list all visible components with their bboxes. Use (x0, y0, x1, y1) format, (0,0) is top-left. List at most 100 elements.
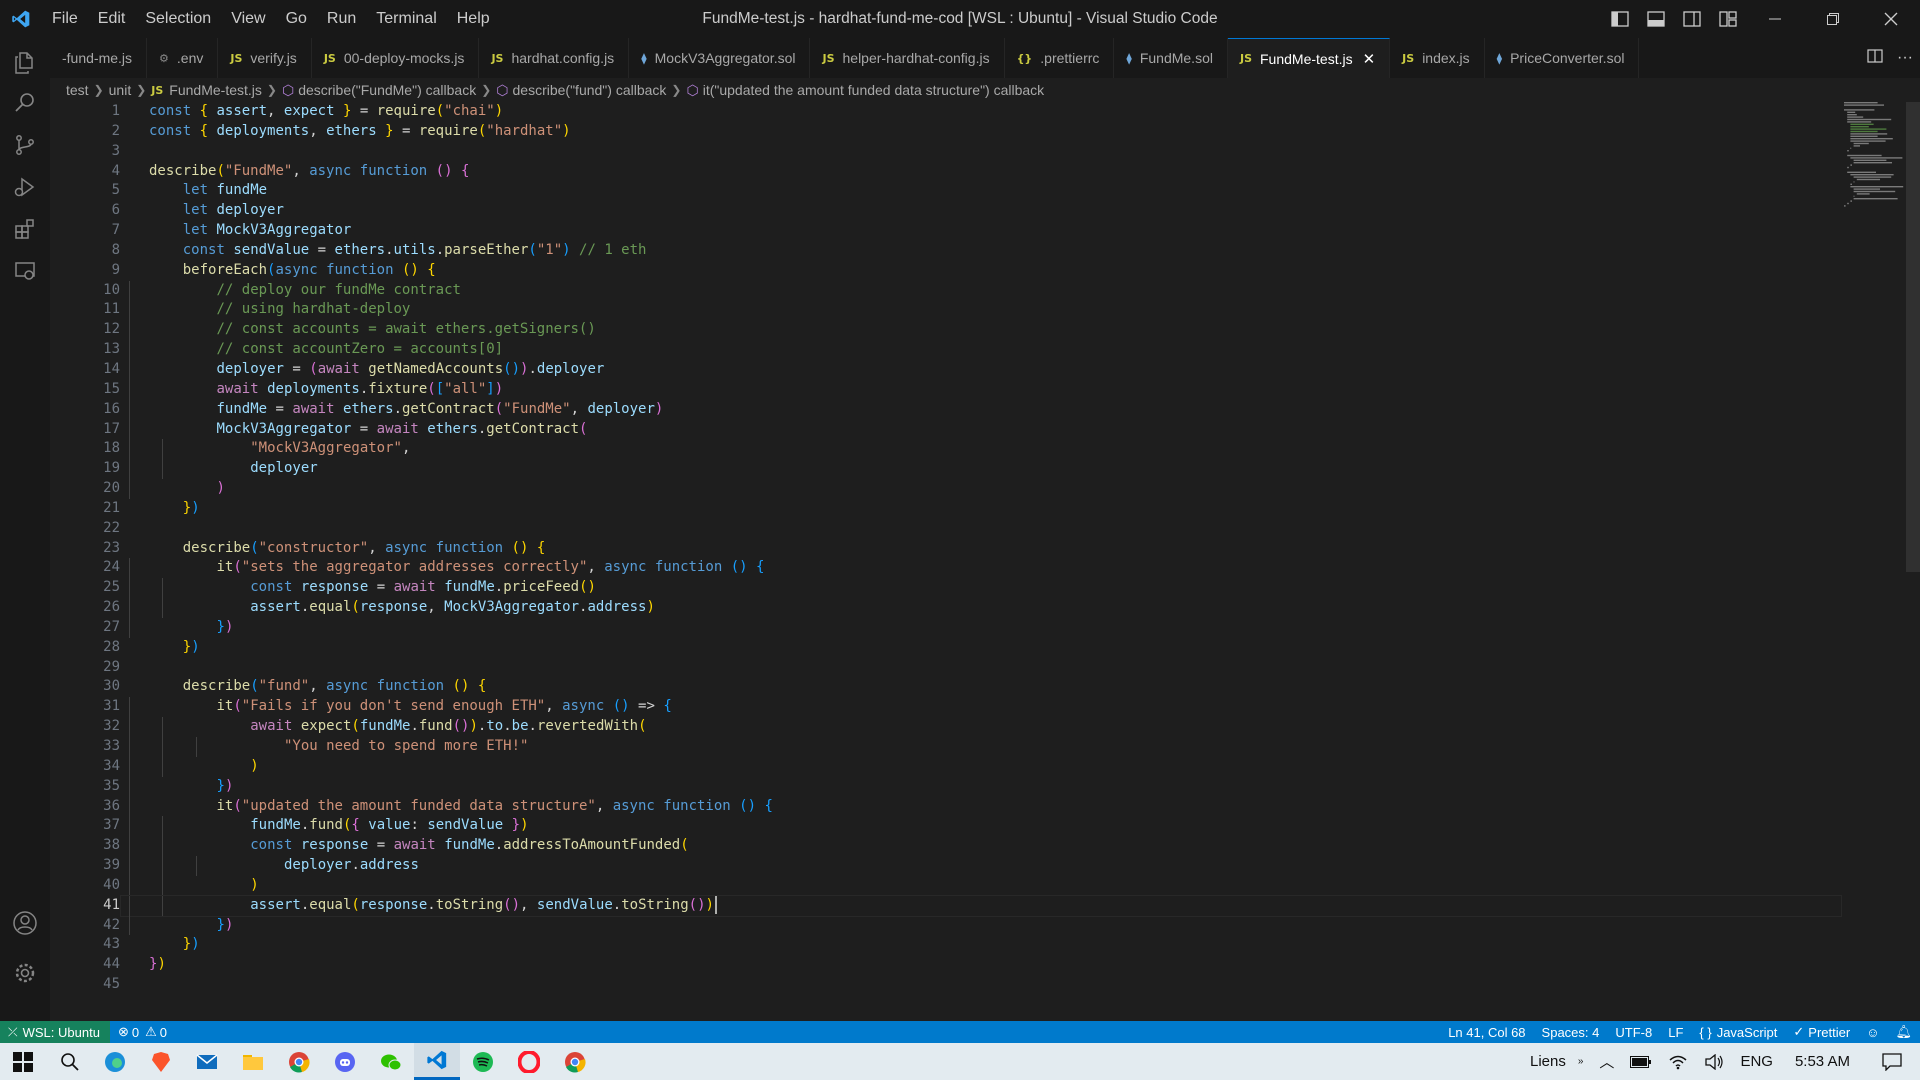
code-line[interactable]: const { deployments, ethers } = require(… (121, 122, 1841, 142)
code-line[interactable]: let deployer (121, 201, 1841, 221)
code-line[interactable]: }) (121, 915, 1841, 936)
remote-indicator[interactable]: ⤫ WSL: Ubuntu (0, 1021, 110, 1043)
code-line[interactable]: }) (121, 617, 1841, 638)
tab-fundme-sol[interactable]: ⧫ FundMe.sol (1114, 38, 1228, 78)
code-line[interactable]: "You need to spend more ETH!" (121, 737, 1841, 757)
settings-gear-icon[interactable] (0, 948, 50, 998)
code-line[interactable]: fundMe = await ethers.getContract("FundM… (121, 399, 1841, 420)
menu-selection[interactable]: Selection (135, 0, 221, 38)
tab-index-js[interactable]: JS index.js (1390, 38, 1485, 78)
links-toolbar[interactable]: Liens » (1522, 1053, 1591, 1070)
code-line[interactable]: describe("FundMe", async function () { (121, 162, 1841, 182)
code-line[interactable]: fundMe.fund({ value: sendValue }) (121, 816, 1841, 837)
code-line[interactable]: describe("fund", async function () { (121, 677, 1841, 697)
tab-00-deploy-mocks-js[interactable]: JS 00-deploy-mocks.js (312, 38, 480, 78)
wifi-icon[interactable] (1660, 1054, 1696, 1070)
vertical-scrollbar[interactable] (1906, 102, 1920, 572)
code-line[interactable]: // const accounts = await ethers.getSign… (121, 320, 1841, 341)
split-editor-icon[interactable] (1867, 48, 1883, 69)
code-line[interactable]: }) (121, 499, 1841, 519)
tab-fundme-test-js[interactable]: JS FundMe-test.js ✕ (1227, 38, 1391, 78)
clock[interactable]: 5:53 AM (1781, 1053, 1864, 1070)
toggle-secondary-sidebar-icon[interactable] (1674, 0, 1710, 38)
input-language[interactable]: ENG (1732, 1053, 1781, 1070)
breadcrumb-symbol-fund[interactable]: describe("fund") callback (513, 82, 667, 98)
vscode-icon[interactable] (414, 1043, 460, 1080)
toggle-primary-sidebar-icon[interactable] (1602, 0, 1638, 38)
chrome-icon[interactable] (276, 1043, 322, 1080)
notifications-bell-icon[interactable]: 🔔︎ (1887, 1024, 1920, 1040)
spotify-icon[interactable] (460, 1043, 506, 1080)
discord-icon[interactable] (322, 1043, 368, 1080)
menu-terminal[interactable]: Terminal (366, 0, 446, 38)
code-line[interactable] (121, 975, 1841, 995)
battery-icon[interactable] (1622, 1055, 1660, 1068)
mail-icon[interactable] (184, 1043, 230, 1080)
code-line[interactable]: // deploy our fundMe contract (121, 280, 1841, 301)
prettier-status[interactable]: ✓ Prettier (1785, 1024, 1858, 1040)
code-line[interactable]: assert.equal(response.toString(), sendVa… (120, 894, 1842, 917)
cursor-position[interactable]: Ln 41, Col 68 (1440, 1025, 1533, 1040)
tab-priceconverter-sol[interactable]: ⧫ PriceConverter.sol (1485, 38, 1640, 78)
menu-file[interactable]: File (42, 0, 88, 38)
code-line[interactable]: let MockV3Aggregator (121, 221, 1841, 241)
menu-help[interactable]: Help (447, 0, 500, 38)
close-tab-icon[interactable]: ✕ (1363, 50, 1376, 68)
code-area[interactable]: const { assert, expect } = require("chai… (120, 102, 1842, 995)
account-icon[interactable] (0, 898, 50, 948)
file-explorer-icon[interactable] (230, 1043, 276, 1080)
tab-fund-me-js[interactable]: -fund-me.js (50, 38, 148, 78)
code-line[interactable]: const sendValue = ethers.utils.parseEthe… (121, 241, 1841, 261)
minimize-button[interactable] (1746, 0, 1804, 38)
code-line[interactable]: it("sets the aggregator addresses correc… (121, 558, 1841, 579)
breadcrumb-file[interactable]: FundMe-test.js (169, 82, 262, 98)
remote-explorer-icon[interactable] (0, 246, 50, 296)
code-line[interactable]: // const accountZero = accounts[0] (121, 340, 1841, 360)
code-line[interactable]: }) (121, 935, 1841, 955)
tab-prettierrc[interactable]: {} .prettierrc (1005, 38, 1115, 78)
code-line[interactable] (121, 142, 1841, 162)
code-line[interactable]: MockV3Aggregator = await ethers.getContr… (121, 419, 1841, 440)
code-line[interactable]: it("updated the amount funded data struc… (121, 796, 1841, 817)
tab-helper-hardhat-config-js[interactable]: JS helper-hardhat-config.js (810, 38, 1005, 78)
show-hidden-icons-icon[interactable]: ︿ (1591, 1051, 1622, 1072)
menu-run[interactable]: Run (317, 0, 366, 38)
feedback-icon[interactable]: ☺ (1858, 1025, 1887, 1040)
code-line[interactable]: // using hardhat-deploy (121, 300, 1841, 321)
breadcrumb-symbol-it[interactable]: it("updated the amount funded data struc… (703, 82, 1044, 98)
code-line[interactable]: ) (121, 479, 1841, 499)
wechat-icon[interactable] (368, 1043, 414, 1080)
opera-icon[interactable] (506, 1043, 552, 1080)
menu-view[interactable]: View (221, 0, 275, 38)
code-line[interactable]: }) (121, 776, 1841, 797)
notification-center-icon[interactable] (1864, 1052, 1920, 1071)
customize-layout-icon[interactable] (1710, 0, 1746, 38)
problems-indicator[interactable]: ⊗ 0 ⚠ 0 (110, 1024, 175, 1040)
code-line[interactable]: const response = await fundMe.priceFeed(… (121, 578, 1841, 599)
code-line[interactable]: ) (121, 756, 1841, 777)
close-window-button[interactable] (1862, 0, 1920, 38)
toggle-panel-icon[interactable] (1638, 0, 1674, 38)
code-line[interactable]: }) (121, 955, 1841, 975)
code-line[interactable]: deployer = (await getNamedAccounts()).de… (121, 359, 1841, 380)
restore-button[interactable] (1804, 0, 1862, 38)
indentation[interactable]: Spaces: 4 (1534, 1025, 1608, 1040)
breadcrumb-folder-test[interactable]: test (66, 82, 89, 98)
code-line[interactable]: ) (121, 875, 1841, 896)
minimap[interactable] (1840, 102, 1910, 222)
code-line[interactable] (121, 658, 1841, 678)
code-line[interactable]: beforeEach(async function () { (121, 261, 1841, 281)
code-line[interactable]: }) (121, 638, 1841, 658)
code-line[interactable]: it("Fails if you don't send enough ETH",… (121, 697, 1841, 718)
code-line[interactable]: await expect(fundMe.fund()).to.be.revert… (121, 717, 1841, 737)
breadcrumb-folder-unit[interactable]: unit (109, 82, 132, 98)
code-line[interactable]: "MockV3Aggregator", (121, 439, 1841, 460)
breadcrumb-symbol-fundme[interactable]: describe("FundMe") callback (298, 82, 476, 98)
edge-icon[interactable] (92, 1043, 138, 1080)
encoding[interactable]: UTF-8 (1607, 1025, 1660, 1040)
end-of-line[interactable]: LF (1660, 1025, 1691, 1040)
more-actions-icon[interactable]: ··· (1897, 49, 1913, 67)
volume-icon[interactable] (1696, 1053, 1732, 1070)
code-line[interactable]: deployer.address (121, 856, 1841, 876)
tab-verify-js[interactable]: JS verify.js (218, 38, 312, 78)
